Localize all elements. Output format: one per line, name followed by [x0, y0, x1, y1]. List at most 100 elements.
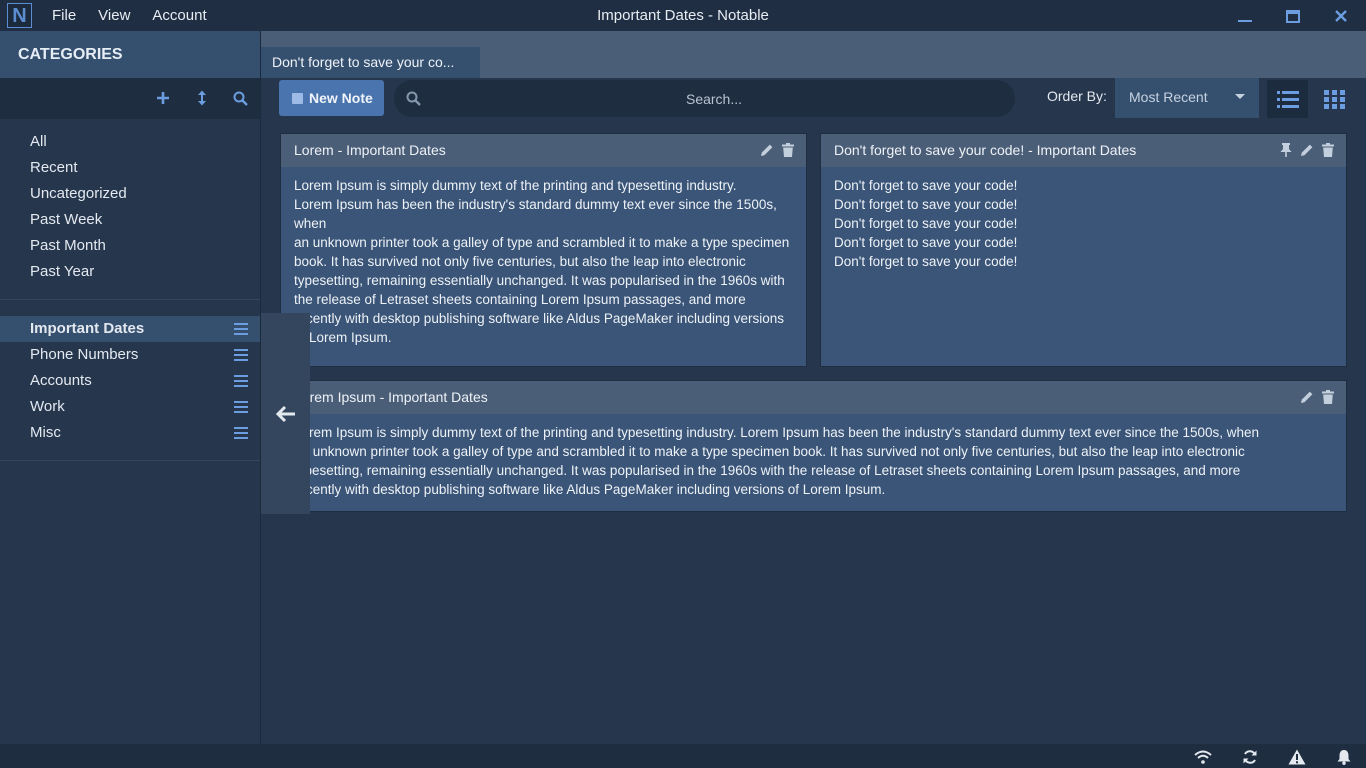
categories-header: CATEGORIES	[0, 31, 260, 78]
notifications-status[interactable]	[1335, 748, 1353, 765]
search-categories-button[interactable]	[230, 88, 250, 108]
arrow-left-icon	[275, 405, 295, 422]
trash-icon	[782, 143, 794, 157]
note-line: Lorem Ipsum is simply dummy text of the …	[294, 425, 1260, 440]
hamburger-icon[interactable]	[234, 348, 248, 362]
edit-button[interactable]	[759, 142, 775, 158]
category-list: Important Dates Phone Numbers Accounts W…	[0, 300, 260, 461]
list-view-icon	[1276, 90, 1299, 108]
category-phone-numbers[interactable]: Phone Numbers	[0, 342, 260, 368]
note-line: Lorem Ipsum is simply dummy text of the …	[294, 178, 737, 193]
menu-bar: File View Account	[52, 0, 229, 31]
trash-icon	[1322, 390, 1334, 404]
wifi-icon	[1194, 750, 1212, 764]
note-line: Don't forget to save your code!	[834, 235, 1018, 250]
note-line: Don't forget to save your code!	[834, 178, 1018, 193]
hamburger-icon[interactable]	[234, 322, 248, 336]
wifi-status[interactable]	[1194, 748, 1212, 765]
pencil-icon	[1301, 144, 1313, 156]
note-actions	[1273, 142, 1336, 158]
category-accounts[interactable]: Accounts	[0, 368, 260, 394]
edit-button[interactable]	[1299, 142, 1315, 158]
new-note-button[interactable]: New Note	[279, 80, 384, 116]
pencil-icon	[1301, 391, 1313, 403]
category-label: Accounts	[30, 372, 92, 389]
delete-button[interactable]	[780, 142, 796, 158]
trash-icon	[1322, 143, 1334, 157]
maximize-button[interactable]	[1283, 6, 1303, 26]
category-label: Phone Numbers	[30, 346, 139, 363]
note-title: Lorem - Important Dates	[294, 142, 446, 158]
pencil-icon	[761, 144, 773, 156]
search-bar	[394, 80, 1015, 117]
menu-file[interactable]: File	[52, 0, 76, 31]
list-view-button[interactable]	[1267, 80, 1308, 118]
sort-icon	[198, 90, 206, 106]
note-title: Don't forget to save your code! - Import…	[834, 142, 1137, 158]
status-bar	[0, 744, 1366, 768]
grid-view-button[interactable]	[1314, 80, 1355, 118]
filter-past-week[interactable]: Past Week	[0, 207, 260, 233]
note-header: Lorem Ipsum - Important Dates	[281, 381, 1346, 414]
add-category-button[interactable]	[153, 88, 173, 108]
new-note-label: New Note	[309, 90, 373, 106]
hamburger-icon[interactable]	[234, 426, 248, 440]
plus-icon	[157, 92, 169, 104]
note-line: typesetting, remaining essentially uncha…	[294, 273, 785, 345]
filter-recent[interactable]: Recent	[0, 155, 260, 181]
search-input[interactable]	[434, 80, 994, 117]
note-body: Don't forget to save your code! Don't fo…	[821, 167, 1346, 366]
edit-button[interactable]	[1299, 389, 1315, 405]
menu-view[interactable]: View	[98, 0, 130, 31]
collapse-sidebar-button[interactable]	[261, 313, 310, 514]
minimize-button[interactable]	[1235, 6, 1255, 26]
pin-icon	[1280, 143, 1292, 157]
maximize-icon	[1286, 9, 1300, 23]
filter-all[interactable]: All	[0, 129, 260, 155]
note-body: Lorem Ipsum is simply dummy text of the …	[281, 414, 1346, 511]
close-icon	[1335, 10, 1347, 22]
note-line: typesetting, remaining essentially uncha…	[294, 463, 1241, 478]
filter-uncategorized[interactable]: Uncategorized	[0, 181, 260, 207]
warning-icon	[1288, 749, 1306, 764]
app-logo: N	[7, 3, 32, 28]
note-line: Don't forget to save your code!	[834, 216, 1018, 231]
category-label: Important Dates	[30, 320, 145, 337]
title-bar: N File View Account Important Dates - No…	[0, 0, 1366, 31]
note-line: Don't forget to save your code!	[834, 254, 1018, 269]
filter-past-year[interactable]: Past Year	[0, 259, 260, 285]
close-button[interactable]	[1331, 6, 1351, 26]
tab-open-note[interactable]: Don't forget to save your co...	[261, 47, 480, 78]
category-label: Misc	[30, 424, 61, 441]
filter-past-month[interactable]: Past Month	[0, 233, 260, 259]
order-by-label: Order By:	[1047, 88, 1107, 104]
note-header: Don't forget to save your code! - Import…	[821, 134, 1346, 167]
note-line: recently with desktop publishing softwar…	[294, 482, 886, 497]
pin-button[interactable]	[1278, 142, 1294, 158]
category-important-dates[interactable]: Important Dates	[0, 316, 260, 342]
category-work[interactable]: Work	[0, 394, 260, 420]
note-body: Lorem Ipsum is simply dummy text of the …	[281, 167, 806, 366]
delete-button[interactable]	[1320, 142, 1336, 158]
note-card[interactable]: Lorem Ipsum - Important Dates Lorem Ipsu…	[280, 380, 1347, 512]
note-actions	[754, 142, 796, 158]
order-by-select[interactable]: Most Recent	[1115, 78, 1259, 118]
order-by-value: Most Recent	[1129, 89, 1208, 105]
sync-icon	[1243, 749, 1257, 764]
minimize-icon	[1238, 20, 1252, 22]
note-card[interactable]: Don't forget to save your code! - Import…	[820, 133, 1347, 367]
hamburger-icon[interactable]	[234, 400, 248, 414]
menu-account[interactable]: Account	[152, 0, 206, 31]
sort-categories-button[interactable]	[192, 88, 212, 108]
warning-status[interactable]	[1288, 748, 1306, 765]
note-card[interactable]: Lorem - Important Dates Lorem Ipsum is s…	[280, 133, 807, 367]
category-misc[interactable]: Misc	[0, 420, 260, 446]
note-line: Don't forget to save your code!	[834, 197, 1018, 212]
chevron-down-icon	[1235, 94, 1245, 99]
delete-button[interactable]	[1320, 389, 1336, 405]
bell-icon	[1337, 749, 1351, 765]
sync-status[interactable]	[1241, 748, 1259, 765]
search-icon	[406, 91, 421, 106]
note-line: an unknown printer took a galley of type…	[294, 235, 790, 269]
hamburger-icon[interactable]	[234, 374, 248, 388]
